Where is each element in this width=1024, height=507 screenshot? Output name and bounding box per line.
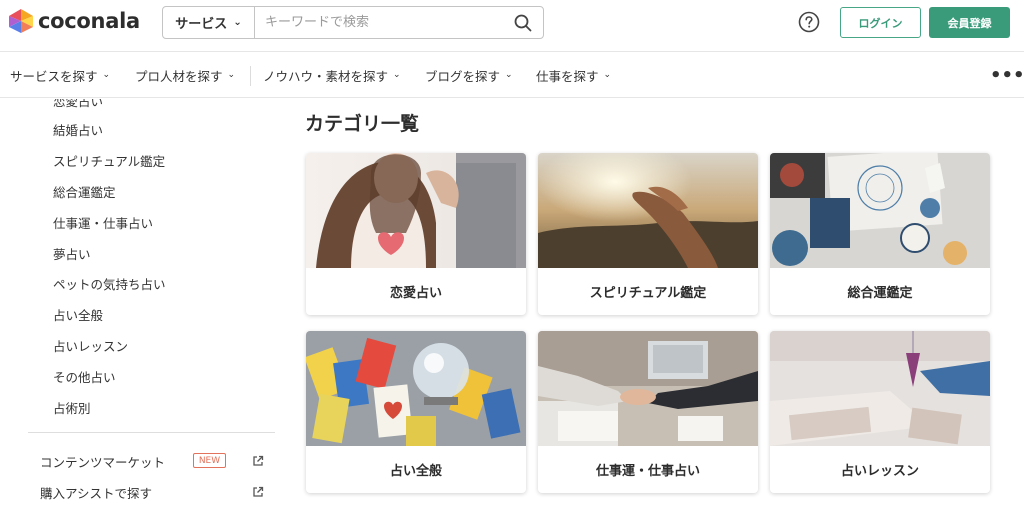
more-menu-icon[interactable]: •••	[990, 52, 1024, 98]
card-label: 恋愛占い	[389, 286, 442, 301]
sidebar-item-love[interactable]: 恋愛占い	[53, 99, 103, 110]
category-card-work-fortune[interactable]: 仕事運・仕事占い	[538, 331, 758, 493]
nav-item-label: プロ人材を探す	[135, 68, 223, 84]
sidebar-item-lesson[interactable]: 占いレッスン	[53, 336, 128, 355]
card-image-pendulum	[770, 331, 990, 446]
content-market-link[interactable]: コンテンツマーケット	[40, 452, 165, 471]
card-image-tarot-crystal-ball	[306, 331, 526, 446]
nav-item-jobs[interactable]: 仕事を探す ⌄	[536, 52, 611, 98]
sidebar-item-spiritual[interactable]: スピリチュアル鑑定	[53, 151, 165, 170]
card-label: 仕事運・仕事占い	[595, 464, 700, 479]
purchase-assist-link[interactable]: 購入アシストで探す	[40, 483, 152, 502]
category-card-lesson[interactable]: 占いレッスン	[770, 331, 990, 493]
nav-item-blogs[interactable]: ブログを探す ⌄	[425, 52, 513, 98]
coconala-logo-icon	[9, 9, 33, 33]
sidebar-item-fortune-general[interactable]: 占い全般	[53, 305, 103, 324]
brand-name: coconala	[38, 9, 140, 33]
card-label: 占い全般	[389, 464, 442, 479]
brand-logo[interactable]: coconala	[8, 7, 140, 35]
card-image-handshake	[538, 331, 758, 446]
external-link-icon	[253, 486, 264, 497]
new-badge: NEW	[193, 453, 226, 468]
chevron-down-icon: ⌄	[227, 70, 236, 80]
category-card-general-fortune[interactable]: 総合運鑑定	[770, 153, 990, 315]
sidebar: 恋愛占い 結婚占い スピリチュアル鑑定 総合運鑑定 仕事運・仕事占い 夢占い ペ…	[0, 99, 280, 507]
search-button[interactable]	[503, 7, 543, 38]
chevron-down-icon: ⌄	[102, 70, 111, 80]
sidebar-item-pet[interactable]: ペットの気持ち占い	[53, 274, 166, 293]
page-title: カテゴリ一覧	[305, 113, 420, 135]
nav-item-professionals[interactable]: プロ人材を探す ⌄	[135, 52, 235, 98]
sidebar-item-marriage[interactable]: 結婚占い	[53, 120, 103, 139]
card-image-astrology-desk	[770, 153, 990, 268]
card-label: 総合運鑑定	[847, 286, 913, 301]
nav-divider	[250, 66, 251, 86]
chevron-down-icon: ⌄	[603, 70, 612, 80]
nav-item-label: 仕事を探す	[536, 68, 599, 84]
header: coconala サービス ⌄ ログイン 会員登録	[0, 0, 1024, 50]
card-image-woman-heart	[306, 153, 526, 268]
sidebar-item-other[interactable]: その他占い	[53, 367, 116, 386]
nav-item-label: ブログを探す	[425, 68, 501, 84]
category-card-spiritual[interactable]: スピリチュアル鑑定	[538, 153, 758, 315]
search-category-select[interactable]: サービス ⌄	[163, 7, 255, 38]
search-icon	[514, 14, 532, 31]
sidebar-item-work-fortune[interactable]: 仕事運・仕事占い	[53, 213, 153, 232]
chevron-down-icon: ⌄	[233, 17, 242, 28]
nav-item-label: サービスを探す	[10, 68, 98, 84]
search-category-label: サービス	[175, 17, 228, 32]
chevron-down-icon: ⌄	[505, 70, 513, 80]
category-card-fortune-general[interactable]: 占い全般	[306, 331, 526, 493]
card-image-hands-sky	[538, 153, 758, 268]
external-link-icon	[253, 455, 264, 466]
sidebar-item-dream[interactable]: 夢占い	[53, 244, 91, 263]
card-label: スピリチュアル鑑定	[589, 286, 707, 301]
signup-button[interactable]: 会員登録	[929, 7, 1010, 38]
sidebar-item-by-method[interactable]: 占術別	[53, 398, 91, 417]
card-label: 占いレッスン	[840, 464, 919, 479]
nav-item-knowhow[interactable]: ノウハウ・素材を探す ⌄	[263, 52, 401, 98]
search-bar: サービス ⌄	[162, 6, 544, 39]
nav-item-services[interactable]: サービスを探す ⌄	[10, 52, 110, 98]
search-input[interactable]	[255, 7, 503, 38]
help-icon[interactable]	[798, 11, 820, 33]
sidebar-divider	[28, 432, 275, 433]
login-button[interactable]: ログイン	[840, 7, 921, 38]
nav-item-label: ノウハウ・素材を探す	[263, 68, 389, 84]
chevron-down-icon: ⌄	[393, 70, 401, 80]
category-nav: サービスを探す ⌄ プロ人材を探す ⌄ ノウハウ・素材を探す ⌄ ブログを探す ⌄ 仕事…	[0, 51, 1024, 98]
sidebar-item-general-fortune[interactable]: 総合運鑑定	[53, 182, 116, 201]
category-card-love[interactable]: 恋愛占い	[306, 153, 526, 315]
